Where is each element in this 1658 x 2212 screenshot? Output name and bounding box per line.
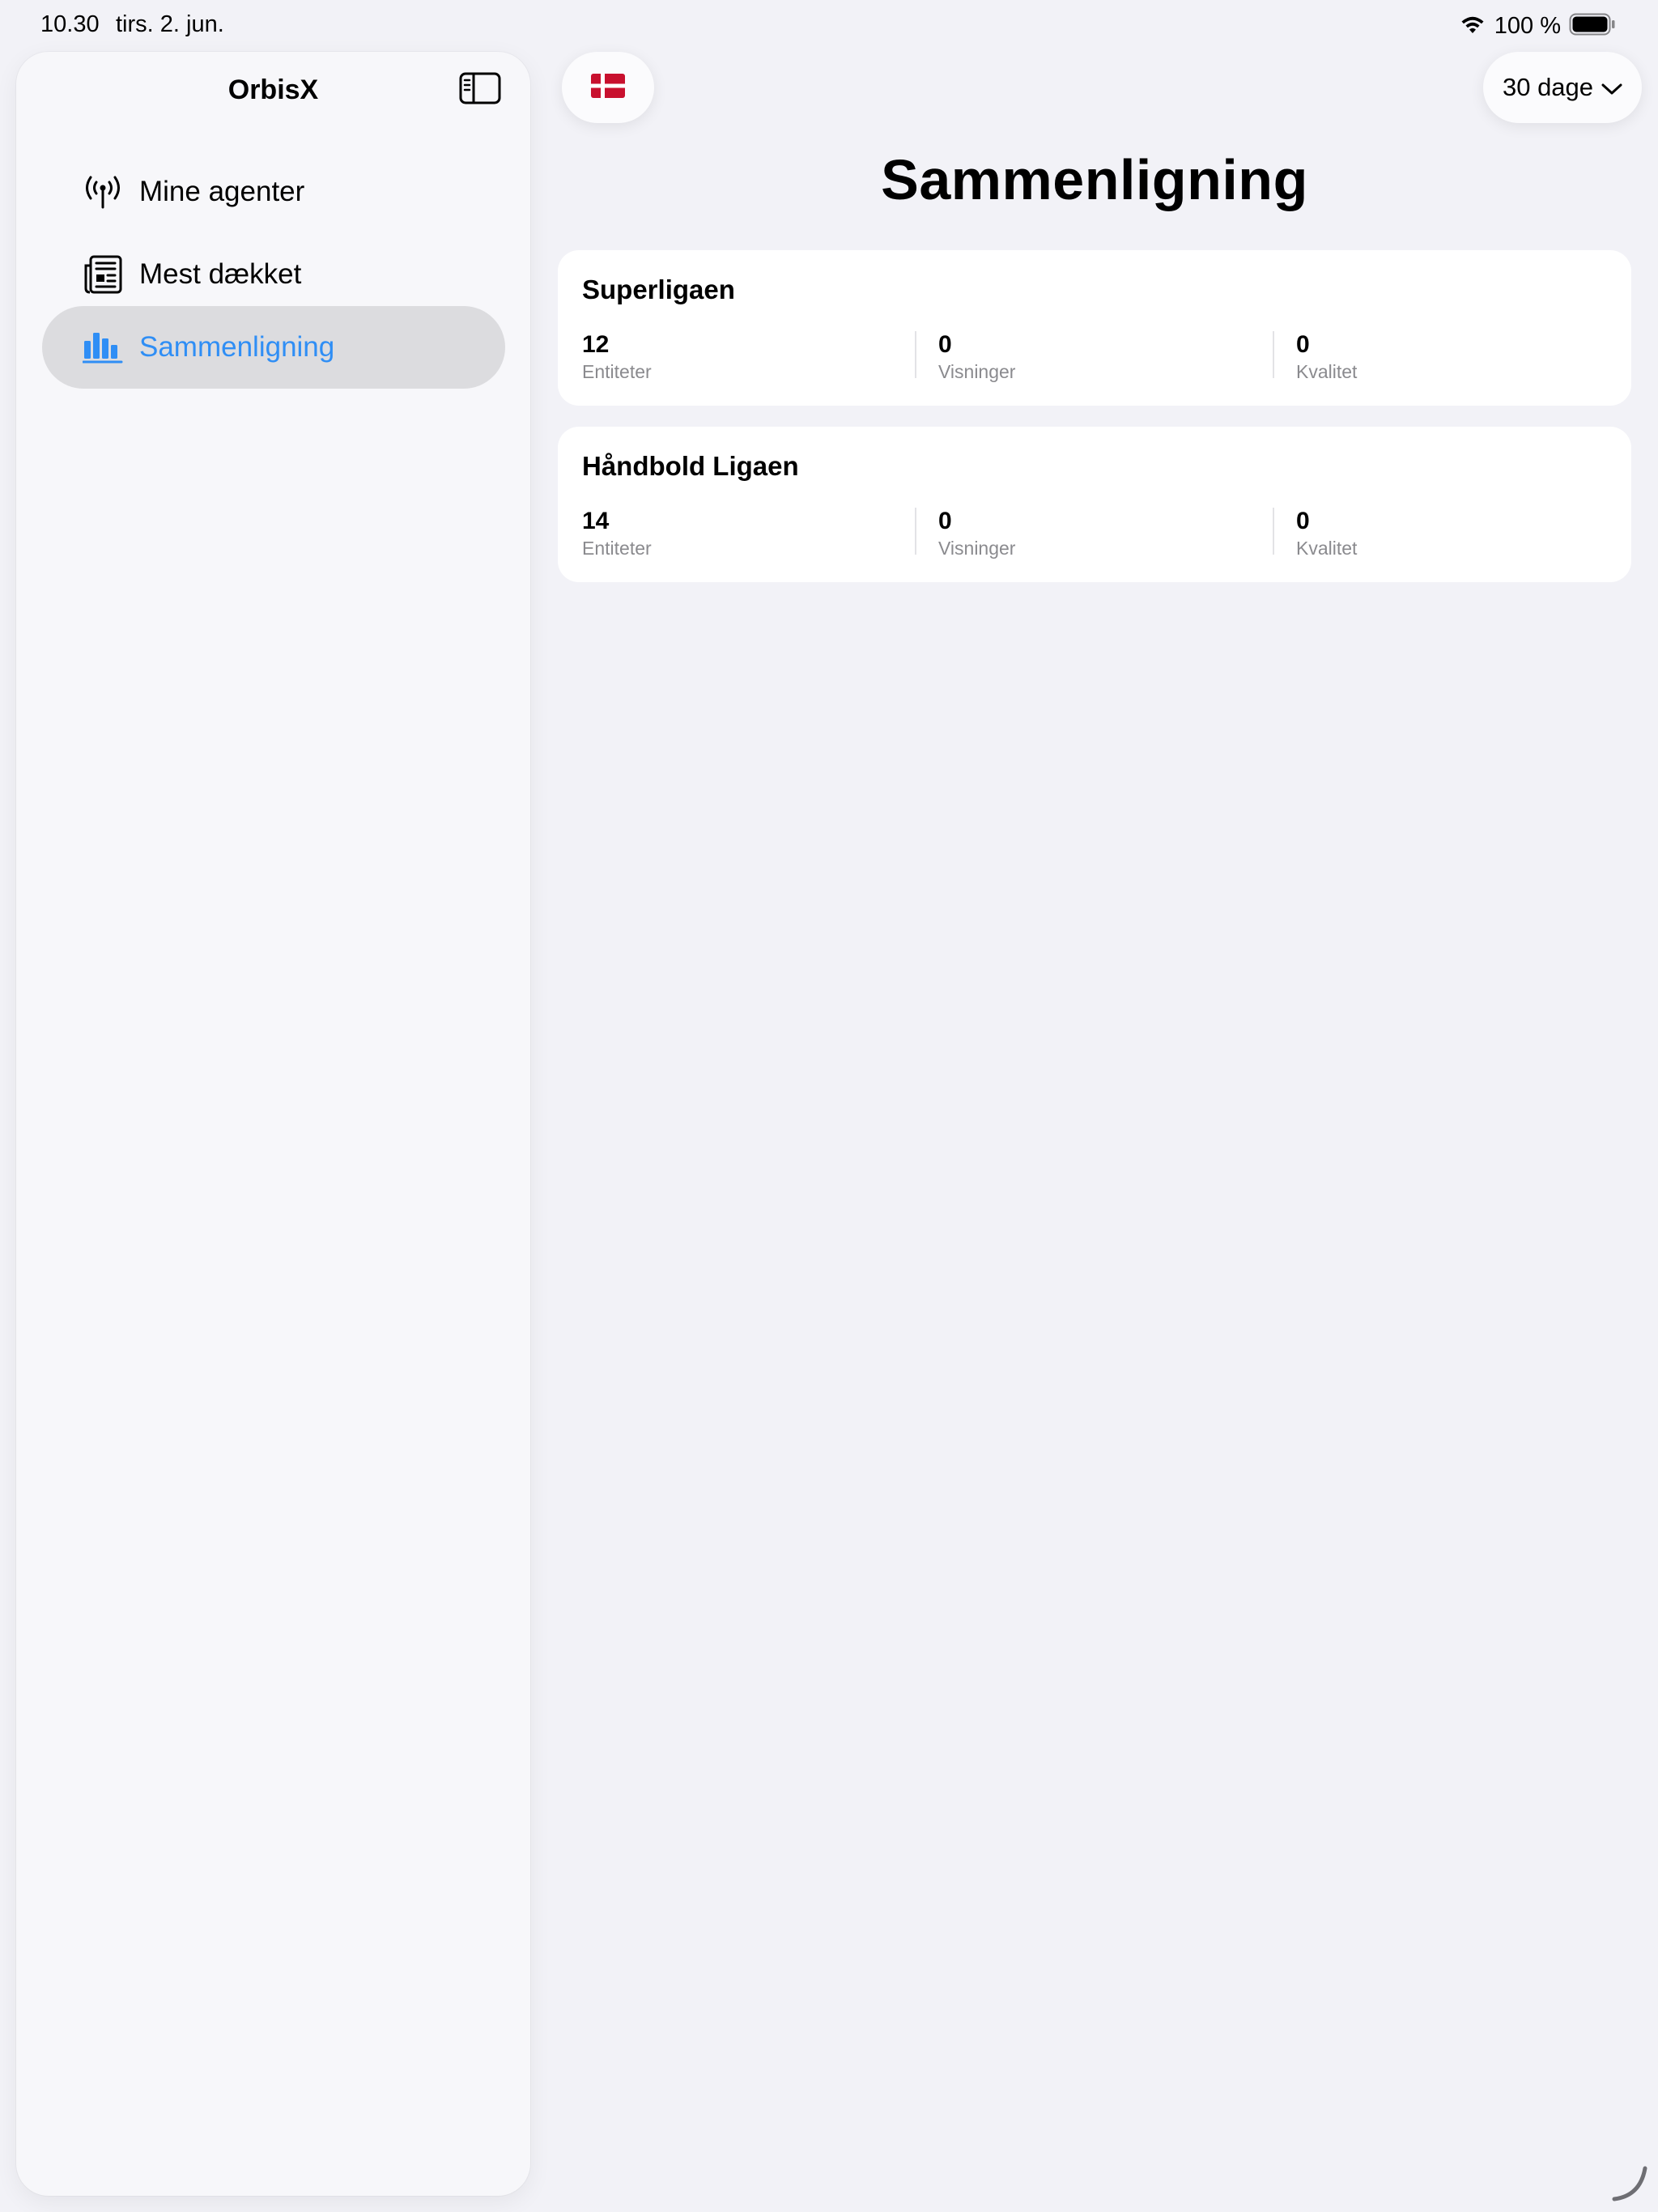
sidebar: OrbisX Mine agenter Mest dækket Sammenli… [16,52,530,2196]
metric-value: 0 [1296,331,1310,358]
metric-value: 0 [938,508,952,534]
metric-value: 14 [582,508,610,534]
metric-label: Entiteter [582,538,652,559]
sidebar-toggle-button[interactable] [458,71,502,108]
metric-label: Visninger [938,361,1016,382]
metric-value: 12 [582,331,610,358]
antenna-icon [83,172,123,212]
metric-divider [915,331,916,378]
battery-percentage: 100 % [1494,12,1561,39]
status-indicators: 100 % [1459,10,1616,42]
sidebar-item-sammenligning[interactable]: Sammenligning [42,306,505,389]
metric-label: Visninger [938,538,1016,559]
metric-visninger: 0 Visninger [938,331,1015,385]
metric-divider [1273,331,1274,378]
metric-entiteter: 12 Entiteter [582,331,652,385]
newspaper-icon [83,254,123,295]
sidebar-item-mest-daekket[interactable]: Mest dækket [42,233,505,316]
sidebar-item-label: Sammenligning [139,331,335,363]
metric-kvalitet: 0 Kvalitet [1296,508,1357,561]
sidebar-item-label: Mest dækket [139,258,302,290]
period-label: 30 dage [1502,73,1594,101]
status-date: tirs. 2. jun. [116,11,224,37]
metric-kvalitet: 0 Kvalitet [1296,331,1357,385]
metric-divider [1273,508,1274,555]
battery-icon [1569,13,1616,40]
chevron-down-icon [1601,73,1622,102]
metric-visninger: 0 Visninger [938,508,1015,561]
sidebar-item-label: Mine agenter [139,176,305,207]
bar-chart-icon [83,327,123,368]
metric-value: 0 [1296,508,1310,534]
page-title: Sammenligning [881,148,1308,211]
metric-label: Kvalitet [1296,538,1358,559]
metric-divider [915,508,916,555]
sidebar-item-mine-agenter[interactable]: Mine agenter [42,151,505,233]
wifi-icon [1459,14,1486,39]
period-dropdown[interactable]: 30 dage [1483,52,1642,123]
card-title: Håndbold Ligaen [582,451,799,481]
corner-resize-handle[interactable] [1609,2163,1650,2204]
metric-label: Kvalitet [1296,361,1358,382]
metric-entiteter: 14 Entiteter [582,508,652,561]
card-title: Superligaen [582,274,735,304]
metric-value: 0 [938,331,952,358]
country-selector-button[interactable] [562,52,654,123]
denmark-flag-icon [591,73,625,102]
metric-label: Entiteter [582,361,652,382]
comparison-card[interactable]: Håndbold Ligaen 14 Entiteter 0 Visninger… [558,427,1631,582]
status-time: 10.30 [40,11,100,37]
sidebar-title: OrbisX [227,74,319,105]
status-bar: 10.30 tirs. 2. jun. 100 % [0,0,1658,50]
sidebar-toggle-icon [459,72,501,108]
comparison-card[interactable]: Superligaen 12 Entiteter 0 Visninger 0 K… [558,250,1631,406]
